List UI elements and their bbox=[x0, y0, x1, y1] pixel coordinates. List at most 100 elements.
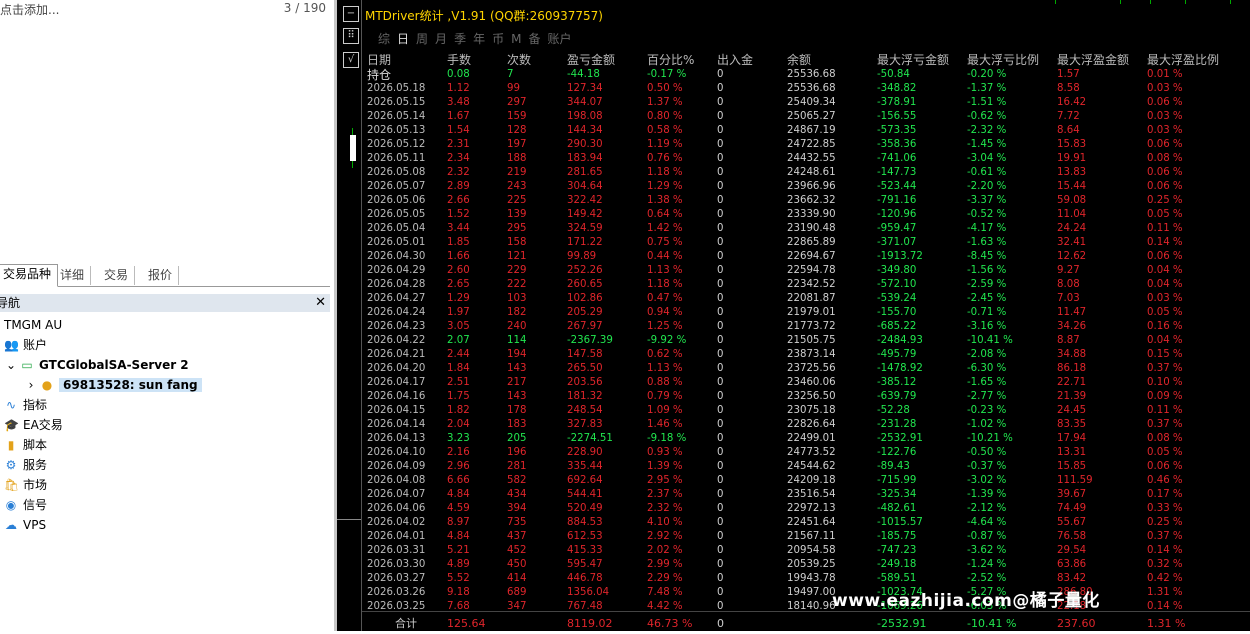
candle-body bbox=[350, 135, 356, 161]
check-icon[interactable]: √ bbox=[343, 52, 359, 68]
table-cell: 2.16 bbox=[447, 447, 470, 458]
menu-item[interactable]: 月 bbox=[435, 32, 447, 46]
close-icon[interactable]: ✕ bbox=[315, 294, 326, 312]
table-row: 2026.05.13 1.54 128 144.34 0.58 % 0 24867.19 -5… bbox=[365, 124, 1247, 138]
tab-details[interactable]: 详细 bbox=[54, 266, 92, 285]
table-cell: 692.64 bbox=[567, 475, 603, 486]
item-label: 指标 bbox=[23, 398, 48, 412]
tab-trading[interactable]: 交易 bbox=[98, 266, 136, 285]
table-cell: 8.64 bbox=[1057, 125, 1080, 136]
table-cell: -589.51 bbox=[877, 573, 917, 584]
tree-signals[interactable]: ◉ 信号 bbox=[4, 496, 47, 514]
table-row: 2026.05.06 2.66 225 322.42 1.38 % 0 23662.32 -7… bbox=[365, 194, 1247, 208]
table-row: 2026.04.15 1.82 178 248.54 1.09 % 0 23075.18 -5… bbox=[365, 404, 1247, 418]
table-cell: 4.84 bbox=[447, 531, 470, 542]
tree-accounts[interactable]: 👥 账户 bbox=[4, 336, 47, 354]
table-cell: 21979.01 bbox=[787, 307, 836, 318]
table-cell: 2.31 bbox=[447, 139, 470, 150]
column-header[interactable]: 余额 bbox=[787, 52, 811, 68]
menu-item[interactable]: 年 bbox=[473, 32, 485, 46]
column-header[interactable]: 百分比% bbox=[647, 52, 694, 68]
tree-account[interactable]: › ● 69813528: sun fang bbox=[24, 376, 202, 394]
menu-item[interactable]: 账户 bbox=[547, 32, 571, 46]
menu-item[interactable]: 币 bbox=[492, 32, 504, 46]
table-cell: 86.18 bbox=[1057, 363, 1087, 374]
gear-icon: ⚙ bbox=[5, 458, 17, 472]
table-cell: -1.56 % bbox=[967, 265, 1007, 276]
table-cell: 0 bbox=[717, 489, 724, 500]
column-header[interactable]: 最大浮亏比例 bbox=[967, 52, 1039, 68]
table-cell: 0.06 % bbox=[1147, 167, 1183, 178]
table-cell: -715.99 bbox=[877, 475, 917, 486]
position-row: 持仓 0.08 7 -44.18 -0.17 % 0 25536.68 -50.84 -0.20… bbox=[365, 68, 1247, 82]
tree-experts[interactable]: 🎓 EA交易 bbox=[4, 416, 63, 434]
tree-vps[interactable]: ☁ VPS bbox=[4, 516, 46, 534]
minimize-icon[interactable]: − bbox=[343, 6, 359, 22]
table-cell: -9.18 % bbox=[647, 433, 687, 444]
tree-indicators[interactable]: ∿ 指标 bbox=[4, 396, 47, 414]
tab-symbols[interactable]: 交易品种 bbox=[0, 264, 59, 287]
table-cell: 0.37 % bbox=[1147, 531, 1183, 542]
tree-market[interactable]: 🛍 市场 bbox=[4, 476, 47, 494]
table-cell: 4.59 bbox=[447, 503, 470, 514]
table-cell: 0.46 % bbox=[1147, 475, 1183, 486]
table-cell: -959.47 bbox=[877, 223, 917, 234]
tree-broker[interactable]: TMGM AU bbox=[4, 316, 62, 334]
navigator-pane: 点击添加... 3 / 190 交易品种 详细 交易 报价 导航 ✕ TMGM … bbox=[0, 0, 334, 631]
symbol-search-bar[interactable]: 点击添加... 3 / 190 bbox=[0, 0, 334, 18]
chevron-down-icon[interactable]: ⌄ bbox=[4, 356, 18, 374]
table-cell: 19943.78 bbox=[787, 573, 836, 584]
table-cell: 1.19 % bbox=[647, 139, 683, 150]
table-cell: 2026.04.02 bbox=[367, 517, 426, 528]
tab-quotes[interactable]: 报价 bbox=[142, 266, 180, 285]
tree-services[interactable]: ⚙ 服务 bbox=[4, 456, 47, 474]
account-label[interactable]: 69813528: sun fang bbox=[59, 378, 202, 392]
table-cell: 290.30 bbox=[567, 139, 603, 150]
chart-area[interactable]: − ⠿ √ MTDriver统计 ,V1.91 (QQ群:260937757) … bbox=[337, 0, 1250, 631]
tree-server[interactable]: ⌄ ▭ GTCGlobalSA-Server 2 bbox=[4, 356, 189, 374]
table-cell: 181.32 bbox=[567, 391, 603, 402]
table-cell: 219 bbox=[507, 167, 527, 178]
table-cell: 0.06 % bbox=[1147, 139, 1183, 150]
column-header[interactable]: 次数 bbox=[507, 52, 531, 68]
table-cell: 452 bbox=[507, 545, 527, 556]
tree-scripts[interactable]: ▮ 脚本 bbox=[4, 436, 47, 454]
table-cell: 39.67 bbox=[1057, 489, 1087, 500]
menu-item[interactable]: 季 bbox=[454, 32, 466, 46]
table-cell: 0.06 % bbox=[1147, 181, 1183, 192]
table-cell: 2.32 bbox=[447, 167, 470, 178]
table-cell: 265.50 bbox=[567, 363, 603, 374]
table-cell: 414 bbox=[507, 573, 527, 584]
column-header[interactable]: 最大浮盈金额 bbox=[1057, 52, 1129, 68]
table-cell: 434 bbox=[507, 489, 527, 500]
menu-item[interactable]: 综 bbox=[378, 32, 390, 46]
column-header[interactable]: 出入金 bbox=[717, 52, 753, 68]
table-cell: 149.42 bbox=[567, 209, 603, 220]
move-icon[interactable]: ⠿ bbox=[343, 28, 359, 44]
table-cell: 0.25 % bbox=[1147, 517, 1183, 528]
chevron-right-icon[interactable]: › bbox=[24, 376, 38, 394]
table-cell: 344.07 bbox=[567, 97, 603, 108]
menu-item[interactable]: M bbox=[511, 32, 521, 46]
column-header[interactable]: 最大浮亏金额 bbox=[877, 52, 949, 68]
menu-item[interactable]: 周 bbox=[416, 32, 428, 46]
table-row: 2026.04.14 2.04 183 327.83 1.46 % 0 22826.64 -2… bbox=[365, 418, 1247, 432]
table-cell: -0.87 % bbox=[967, 531, 1007, 542]
column-header[interactable]: 最大浮盈比例 bbox=[1147, 52, 1219, 68]
table-cell: 0.14 % bbox=[1147, 545, 1183, 556]
menu-item[interactable]: 日 bbox=[397, 32, 409, 46]
total-max-dd-pct: -10.41 % bbox=[967, 617, 1017, 630]
table-cell: 0.42 % bbox=[1147, 573, 1183, 584]
menu-item[interactable]: 备 bbox=[528, 32, 540, 46]
table-cell: 2026.05.08 bbox=[367, 167, 426, 178]
table-cell: -0.52 % bbox=[967, 209, 1007, 220]
item-label: 市场 bbox=[23, 478, 48, 492]
column-header[interactable]: 盈亏金额 bbox=[567, 52, 615, 68]
table-row: 2026.04.30 1.66 121 99.89 0.44 % 0 22694.67 -19… bbox=[365, 250, 1247, 264]
column-header[interactable]: 手数 bbox=[447, 52, 471, 68]
column-header[interactable]: 日期 bbox=[367, 52, 391, 68]
table-row: 2026.04.02 8.97 735 884.53 4.10 % 0 22451.64 -1… bbox=[365, 516, 1247, 530]
search-placeholder[interactable]: 点击添加... bbox=[0, 1, 59, 18]
table-cell: 0 bbox=[717, 419, 724, 430]
table-cell: 2026.04.20 bbox=[367, 363, 426, 374]
